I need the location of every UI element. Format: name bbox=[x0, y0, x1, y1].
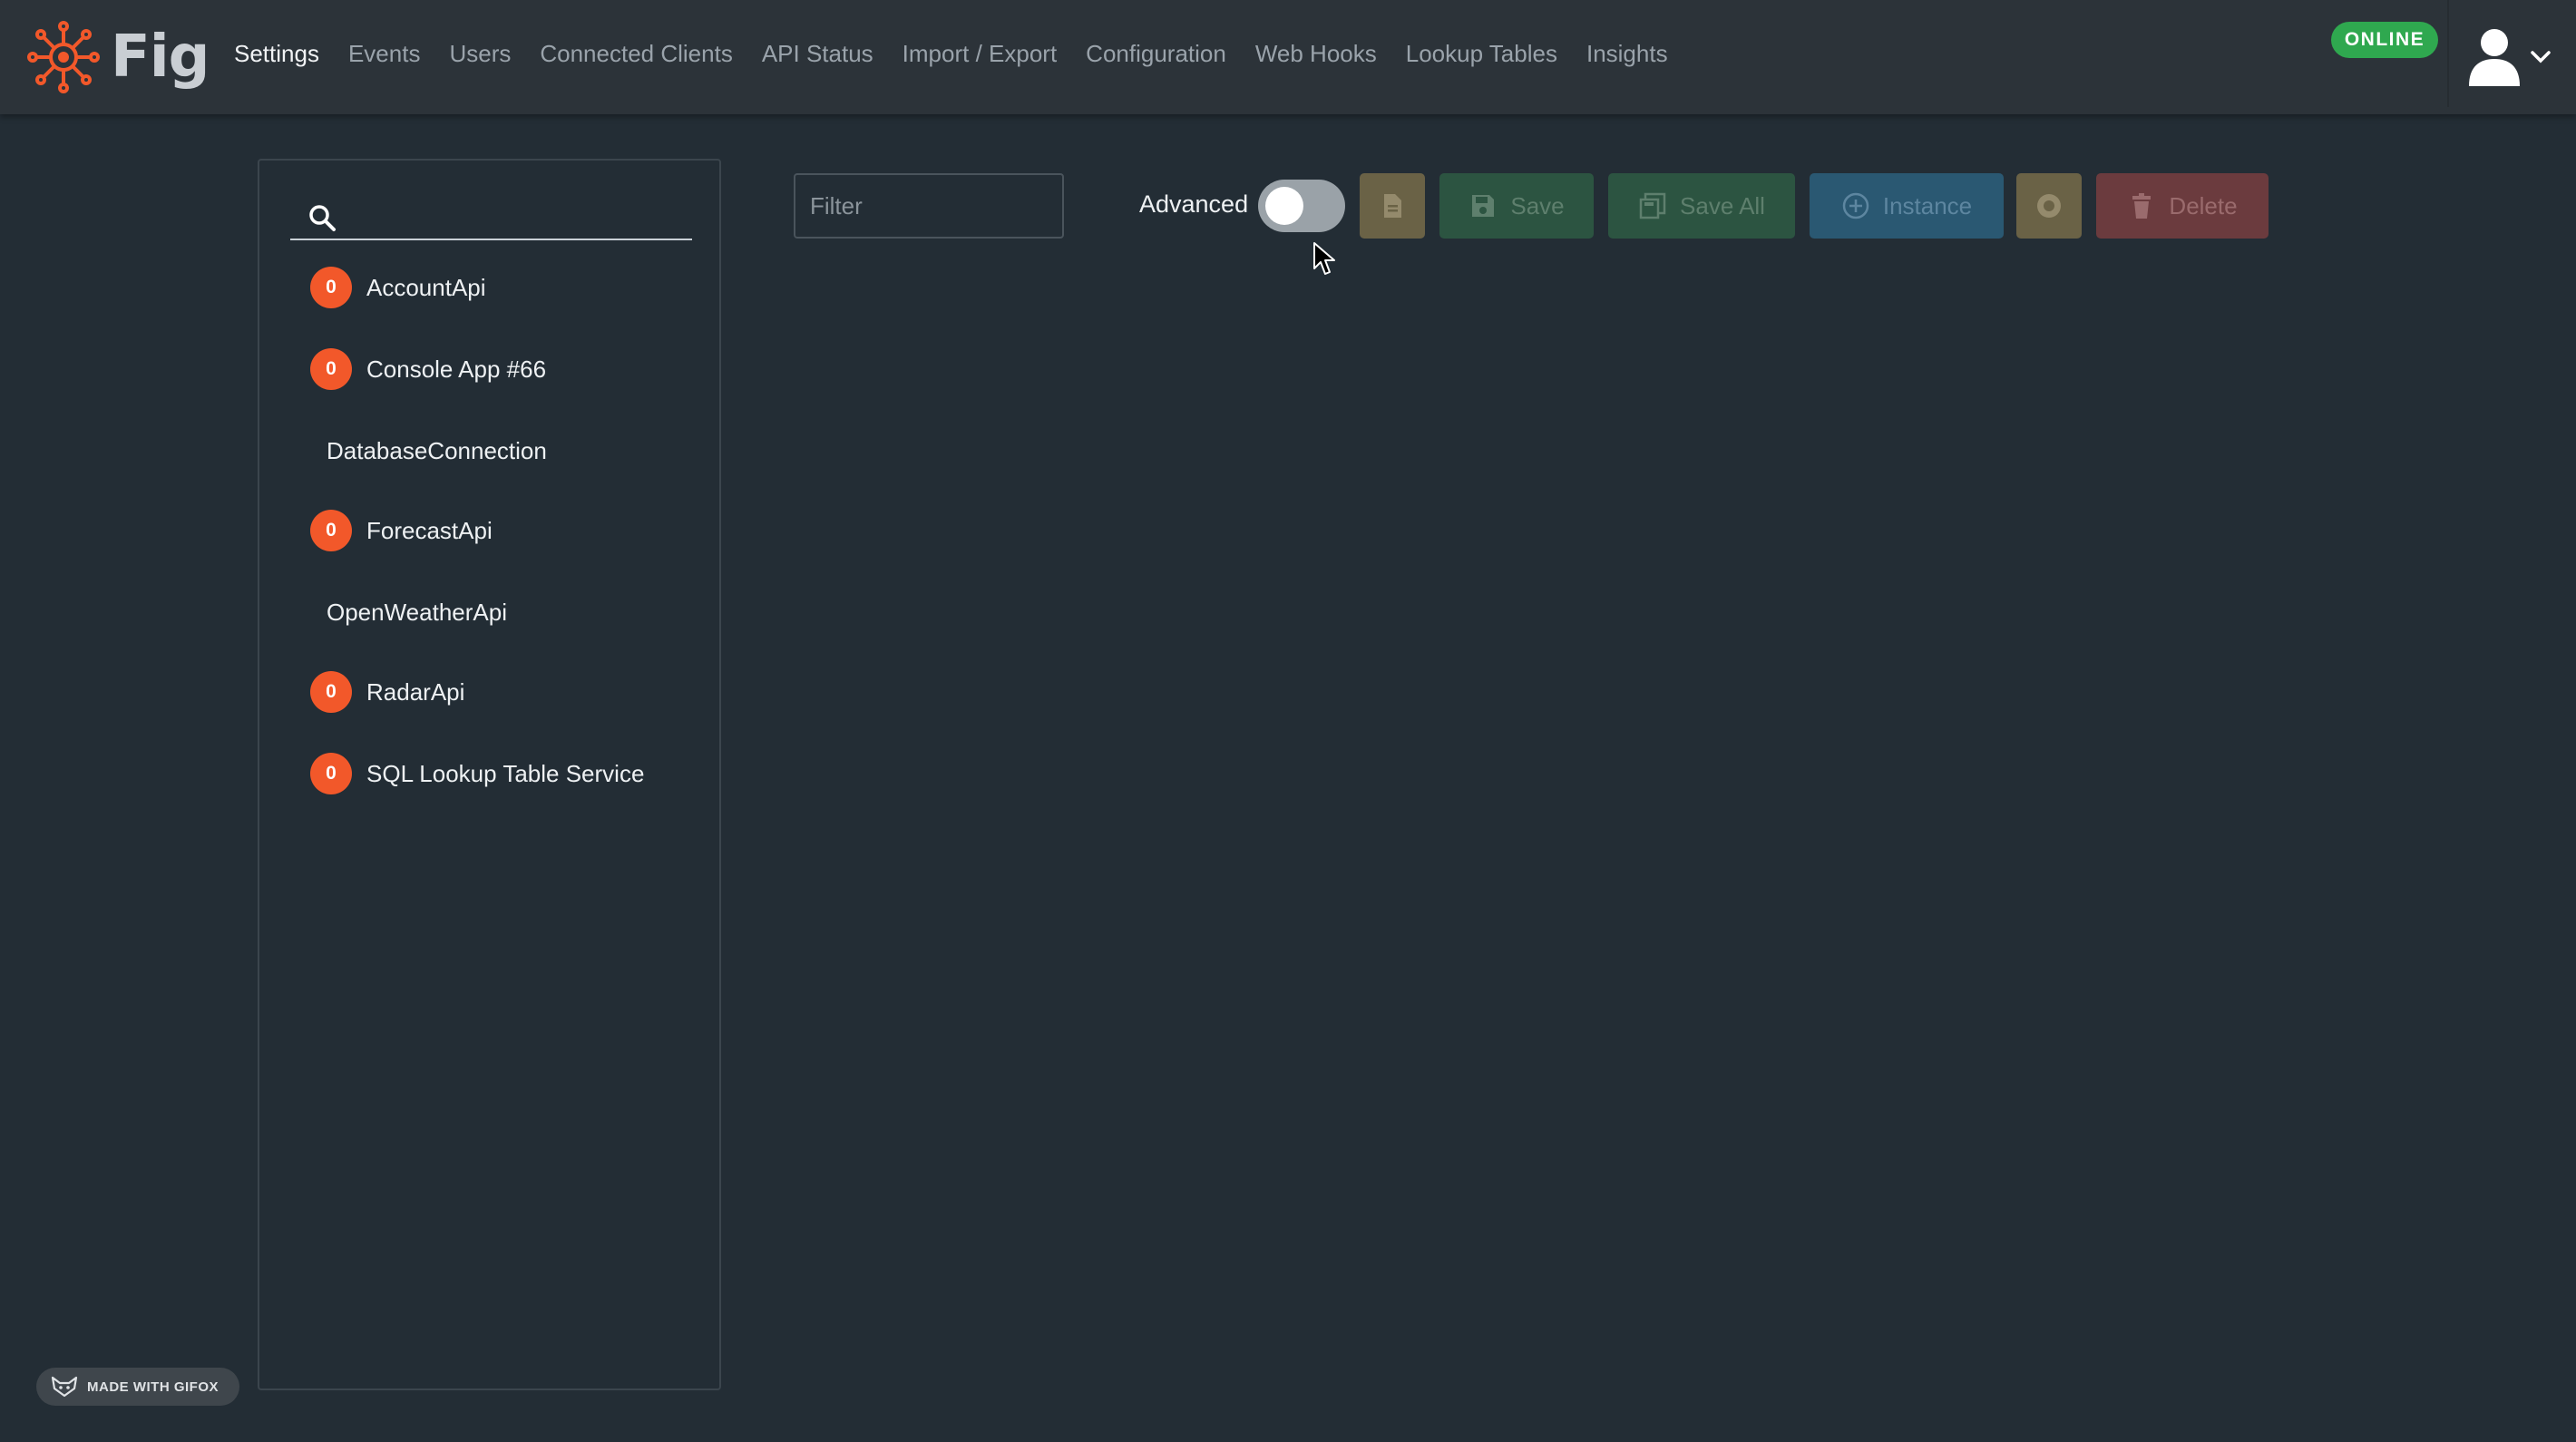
list-item-forecastapi[interactable]: 0 ForecastApi bbox=[310, 503, 493, 558]
client-label: OpenWeatherApi bbox=[327, 598, 507, 626]
watermark-text: MADE WITH GIFOX bbox=[87, 1379, 219, 1395]
client-sidebar: 0 AccountApi 0 Console App #66 DatabaseC… bbox=[258, 159, 721, 1390]
save-button[interactable]: Save bbox=[1439, 173, 1594, 239]
fox-icon bbox=[51, 1376, 78, 1398]
user-icon bbox=[2467, 24, 2522, 88]
advanced-label: Advanced bbox=[1139, 190, 1249, 218]
client-label: ForecastApi bbox=[366, 516, 493, 544]
nav-item-connected-clients[interactable]: Connected Clients bbox=[540, 40, 732, 68]
client-label: RadarApi bbox=[366, 677, 465, 706]
count-badge: 0 bbox=[310, 671, 352, 713]
client-search bbox=[290, 197, 692, 240]
nav-item-api-status[interactable]: API Status bbox=[762, 40, 873, 68]
save-all-icon bbox=[1639, 192, 1666, 219]
nav-item-settings[interactable]: Settings bbox=[234, 40, 319, 68]
status-badge: ONLINE bbox=[2331, 22, 2438, 58]
count-badge: 0 bbox=[310, 348, 352, 390]
nav-item-import-export[interactable]: Import / Export bbox=[903, 40, 1058, 68]
client-search-input[interactable] bbox=[350, 198, 692, 238]
client-label: SQL Lookup Table Service bbox=[366, 759, 645, 787]
count-badge: 0 bbox=[310, 267, 352, 308]
toggle-knob bbox=[1265, 187, 1303, 225]
description-button[interactable] bbox=[1360, 173, 1425, 239]
floppy-disk-icon bbox=[1472, 195, 1495, 217]
client-label: Console App #66 bbox=[366, 355, 547, 383]
gifox-watermark: MADE WITH GIFOX bbox=[36, 1368, 239, 1406]
list-item-radarapi[interactable]: 0 RadarApi bbox=[310, 665, 464, 719]
search-icon bbox=[309, 205, 336, 231]
trash-icon bbox=[2132, 193, 2152, 219]
user-menu-button[interactable] bbox=[2467, 20, 2558, 93]
instance-label: Instance bbox=[1882, 191, 1973, 219]
nav-item-web-hooks[interactable]: Web Hooks bbox=[1255, 40, 1377, 68]
list-item-databaseconnection[interactable]: DatabaseConnection bbox=[327, 424, 547, 478]
list-item-accountapi[interactable]: 0 AccountApi bbox=[310, 260, 486, 315]
nav-item-events[interactable]: Events bbox=[348, 40, 421, 68]
main-nav: Settings Events Users Connected Clients … bbox=[234, 0, 1697, 107]
delete-label: Delete bbox=[2169, 191, 2238, 219]
filter-input[interactable] bbox=[794, 173, 1064, 239]
list-item-sql-lookup-table-service[interactable]: 0 SQL Lookup Table Service bbox=[310, 746, 644, 801]
nav-item-users[interactable]: Users bbox=[449, 40, 511, 68]
list-item-console-app[interactable]: 0 Console App #66 bbox=[310, 342, 546, 396]
nav-item-lookup-tables[interactable]: Lookup Tables bbox=[1406, 40, 1557, 68]
history-button[interactable] bbox=[2016, 173, 2082, 239]
nav-item-insights[interactable]: Insights bbox=[1586, 40, 1668, 68]
save-label: Save bbox=[1510, 191, 1565, 219]
advanced-toggle[interactable] bbox=[1258, 180, 1345, 232]
add-instance-button[interactable]: Instance bbox=[1810, 173, 2004, 239]
count-badge: 0 bbox=[310, 753, 352, 794]
brand-name: Fig bbox=[111, 24, 210, 91]
fig-logo-icon bbox=[27, 21, 100, 93]
list-item-openweatherapi[interactable]: OpenWeatherApi bbox=[327, 585, 507, 639]
history-icon bbox=[2037, 194, 2061, 218]
save-all-button[interactable]: Save All bbox=[1608, 173, 1795, 239]
brand-logo[interactable]: Fig bbox=[25, 16, 210, 98]
top-navbar: Fig Settings Events Users Connected Clie… bbox=[0, 0, 2576, 114]
document-icon bbox=[1384, 194, 1401, 218]
count-badge: 0 bbox=[310, 510, 352, 551]
delete-button[interactable]: Delete bbox=[2096, 173, 2269, 239]
client-label: DatabaseConnection bbox=[327, 436, 547, 464]
mouse-cursor-icon bbox=[1313, 242, 1335, 275]
client-label: AccountApi bbox=[366, 273, 486, 301]
plus-circle-icon bbox=[1842, 192, 1869, 219]
chevron-down-icon bbox=[2522, 44, 2552, 68]
save-all-label: Save All bbox=[1680, 191, 1765, 219]
nav-item-configuration[interactable]: Configuration bbox=[1086, 40, 1226, 68]
nav-divider bbox=[2447, 0, 2449, 107]
